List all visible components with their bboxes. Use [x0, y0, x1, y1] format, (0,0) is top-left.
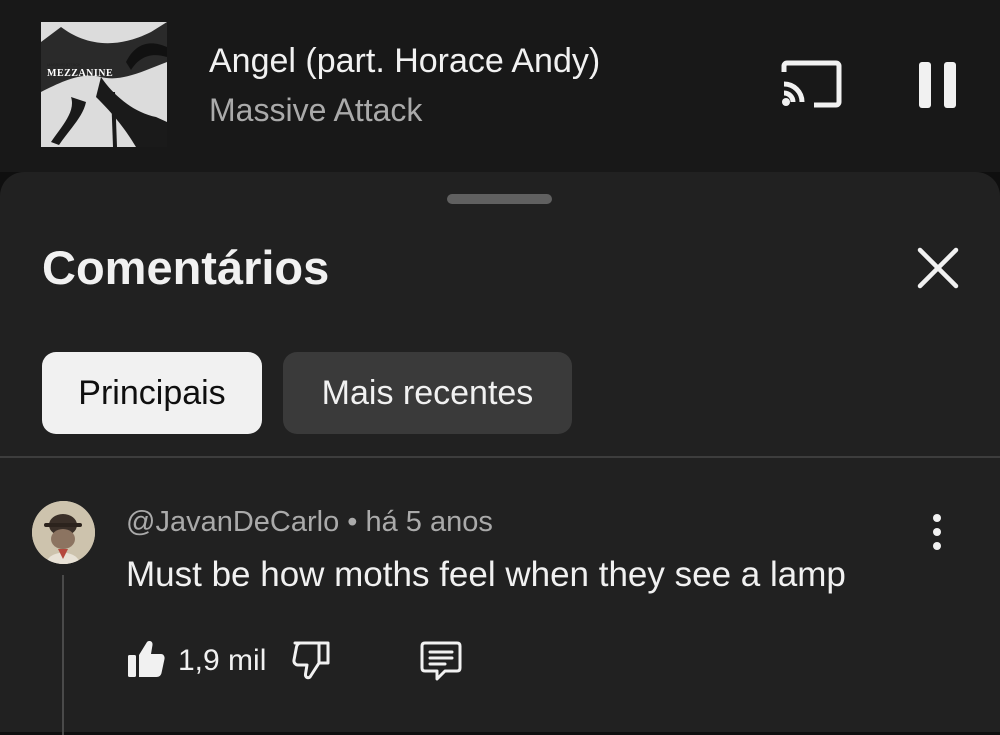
album-art: MASSIVE ATTACK MEZZANINE [41, 22, 167, 147]
avatar-image [32, 501, 95, 564]
comment-icon [420, 641, 462, 681]
mini-player[interactable]: MASSIVE ATTACK MEZZANINE Angel (part. Ho… [0, 0, 1000, 172]
divider [0, 456, 1000, 458]
track-title[interactable]: Angel (part. Horace Andy) [209, 42, 600, 81]
comment-meta[interactable]: @JavanDeCarlo • há 5 anos [126, 506, 493, 539]
thread-line [62, 575, 64, 735]
like-button[interactable] [125, 638, 167, 680]
pause-button[interactable] [916, 60, 960, 110]
comment-text: Must be how moths feel when they see a l… [126, 555, 846, 594]
album-art-subtext: MASSIVE ATTACK [47, 62, 81, 67]
avatar[interactable] [32, 501, 95, 564]
close-button[interactable] [912, 242, 964, 294]
track-artist[interactable]: Massive Attack [209, 92, 422, 129]
thumbs-up-icon [128, 641, 165, 677]
more-options-button[interactable] [925, 512, 949, 552]
close-icon [917, 247, 959, 289]
pause-icon [919, 62, 956, 108]
dislike-button[interactable] [290, 638, 332, 680]
drag-handle[interactable] [447, 194, 552, 204]
album-art-image [41, 22, 167, 147]
like-count: 1,9 mil [178, 644, 267, 677]
cast-button[interactable] [778, 58, 844, 112]
chip-principais[interactable]: Principais [42, 352, 262, 434]
sheet-title: Comentários [42, 241, 330, 294]
album-art-title: MEZZANINE [47, 68, 114, 79]
reply-button[interactable] [419, 640, 463, 682]
thumbs-down-icon [292, 641, 330, 680]
cast-icon [781, 60, 842, 108]
comments-sheet: Comentários Principais Mais recentes @Ja… [0, 172, 1000, 735]
more-vert-icon [933, 514, 941, 550]
chip-mais-recentes[interactable]: Mais recentes [283, 352, 572, 434]
